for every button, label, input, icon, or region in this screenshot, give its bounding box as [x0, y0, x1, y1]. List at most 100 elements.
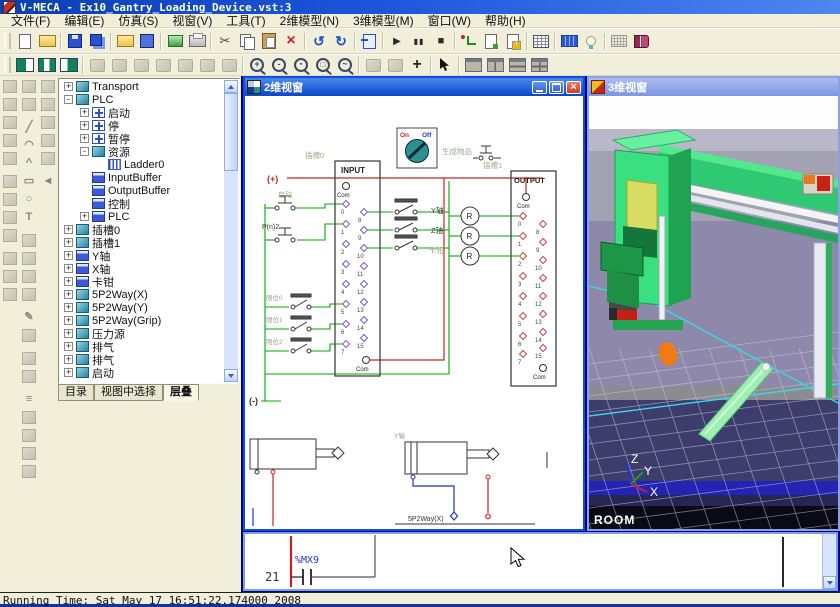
window-hsplit-icon[interactable] — [506, 56, 528, 74]
orbit-free-icon[interactable] — [86, 56, 108, 74]
expand-icon[interactable] — [64, 225, 73, 234]
ladder-panel[interactable]: 21 %MX9 — [243, 532, 838, 591]
collapse-icon[interactable] — [64, 95, 73, 104]
node-edit-tool-icon[interactable] — [21, 286, 38, 302]
snapshot-icon[interactable] — [164, 31, 186, 51]
select-pointer-icon[interactable] — [434, 56, 456, 74]
hint-bulb-icon[interactable] — [580, 31, 602, 51]
menu-file[interactable]: 文件(F) — [4, 14, 57, 28]
expand-icon[interactable] — [80, 121, 89, 130]
tree-item-x-axis[interactable]: X轴 — [60, 262, 224, 275]
rotary-switch[interactable]: On Off — [397, 128, 437, 168]
tree-item-5p2way-x[interactable]: 5P2Way(X) — [60, 288, 224, 301]
zoom-window-icon[interactable] — [312, 56, 334, 74]
tree-item-outputbuffer[interactable]: OutputBuffer — [60, 184, 224, 197]
report-icon[interactable] — [480, 31, 502, 51]
tree-item-5p2way-grip[interactable]: 5P2Way(Grip) — [60, 314, 224, 327]
align-top-icon[interactable] — [21, 445, 38, 461]
menu-help[interactable]: 帮助(H) — [478, 14, 533, 28]
toolbar-drag-handle[interactable] — [4, 57, 11, 73]
ball-c-tool-icon[interactable] — [2, 209, 19, 225]
spider-tool-icon[interactable] — [2, 227, 19, 243]
stop-icon[interactable] — [430, 31, 452, 51]
draw-text-icon[interactable] — [21, 209, 38, 225]
paste-icon[interactable] — [258, 31, 280, 51]
mesh-icon[interactable] — [608, 31, 630, 51]
actor-tool-icon[interactable] — [2, 96, 19, 112]
zoom-extent-icon[interactable] — [290, 56, 312, 74]
zoom-dynamic-icon[interactable] — [334, 56, 356, 74]
tree-item-start-2[interactable]: 启动 — [60, 366, 224, 379]
pliers-tool-icon[interactable] — [40, 96, 57, 112]
expand-icon[interactable] — [64, 355, 73, 364]
expand-icon[interactable] — [64, 329, 73, 338]
rotate-y-icon[interactable] — [130, 56, 152, 74]
save-all-icon[interactable] — [86, 31, 108, 51]
expand-icon[interactable] — [64, 251, 73, 260]
menu-tools[interactable]: 工具(T) — [219, 14, 272, 28]
sheet-tool-icon[interactable] — [21, 78, 38, 94]
rotate-ccw-tool-icon[interactable] — [21, 268, 38, 284]
tree-item-pressure-source[interactable]: 压力源 — [60, 327, 224, 340]
rotate-z-icon[interactable] — [152, 56, 174, 74]
save-icon[interactable] — [64, 31, 86, 51]
link-b-tool-icon[interactable] — [2, 268, 19, 284]
menu-edit[interactable]: 编辑(E) — [57, 14, 111, 28]
align-center-icon[interactable] — [21, 409, 38, 425]
tree-item-exhaust-2[interactable]: 排气 — [60, 353, 224, 366]
component-tool-icon[interactable] — [2, 78, 19, 94]
tree-item-slot1[interactable]: 插槽1 — [60, 236, 224, 249]
draw-ellipse-icon[interactable] — [21, 191, 38, 207]
foot-tool-icon[interactable] — [2, 150, 19, 166]
view-front-icon[interactable] — [196, 56, 218, 74]
cart-tool-icon[interactable] — [40, 150, 57, 166]
expand-icon[interactable] — [64, 238, 73, 247]
tree-item-ladder0[interactable]: Ladder0 — [60, 158, 224, 171]
undo-icon[interactable] — [308, 31, 330, 51]
expand-icon[interactable] — [80, 134, 89, 143]
output-block[interactable]: OUTPUT Com 0123 4567 — [511, 171, 556, 386]
tree-item-slot0[interactable]: 插槽0 — [60, 223, 224, 236]
window-2d-view[interactable]: 2维视窗 (+) (-) — [243, 76, 585, 531]
tree-item-control[interactable]: 控制 — [60, 197, 224, 210]
expand-icon[interactable] — [80, 108, 89, 117]
view-2d-icon[interactable] — [14, 56, 36, 74]
trace-icon[interactable] — [458, 31, 480, 51]
tab-layers[interactable]: 层叠 — [163, 384, 199, 401]
view-iso-icon[interactable] — [174, 56, 196, 74]
rotate-x-icon[interactable] — [108, 56, 130, 74]
expand-icon[interactable] — [64, 316, 73, 325]
collapse-icon[interactable] — [80, 147, 89, 156]
play-icon[interactable] — [386, 31, 408, 51]
expand-icon[interactable] — [80, 212, 89, 221]
ball-b-tool-icon[interactable] — [2, 191, 19, 207]
close-icon[interactable] — [566, 81, 581, 94]
align-left-icon[interactable] — [21, 391, 38, 407]
align-bottom-icon[interactable] — [21, 463, 38, 479]
phase-tool-icon[interactable] — [2, 132, 19, 148]
redo-icon[interactable] — [330, 31, 352, 51]
tree-item-gripper[interactable]: 卡钳 — [60, 275, 224, 288]
tree-item-inputbuffer[interactable]: InputBuffer — [60, 171, 224, 184]
draw-line-icon[interactable] — [21, 119, 38, 135]
tab-select-in-view[interactable]: 视图中选择 — [94, 384, 163, 401]
menu-3d-model[interactable]: 3维模型(M) — [346, 14, 421, 28]
expand-icon[interactable] — [64, 264, 73, 273]
menu-window[interactable]: 窗口(W) — [421, 14, 478, 28]
sheet2-tool-icon[interactable] — [21, 96, 38, 112]
tree-item-transport[interactable]: Transport — [60, 80, 224, 93]
error-report-icon[interactable] — [502, 31, 524, 51]
menu-2d-model[interactable]: 2维模型(N) — [273, 14, 346, 28]
expand-icon[interactable] — [64, 342, 73, 351]
draw-rect-icon[interactable] — [21, 173, 38, 189]
zoom-in-icon[interactable] — [246, 56, 268, 74]
ball-a-tool-icon[interactable] — [2, 173, 19, 189]
expand-icon[interactable] — [64, 290, 73, 299]
draw-polyline-icon[interactable] — [21, 155, 38, 171]
curve-a-tool-icon[interactable] — [21, 350, 38, 366]
tree-item-plc[interactable]: PLC — [60, 93, 224, 106]
pan-icon[interactable] — [406, 56, 428, 74]
pen-tool-icon[interactable] — [21, 309, 38, 325]
delete-icon[interactable] — [280, 31, 302, 51]
expand-icon[interactable] — [64, 368, 73, 377]
